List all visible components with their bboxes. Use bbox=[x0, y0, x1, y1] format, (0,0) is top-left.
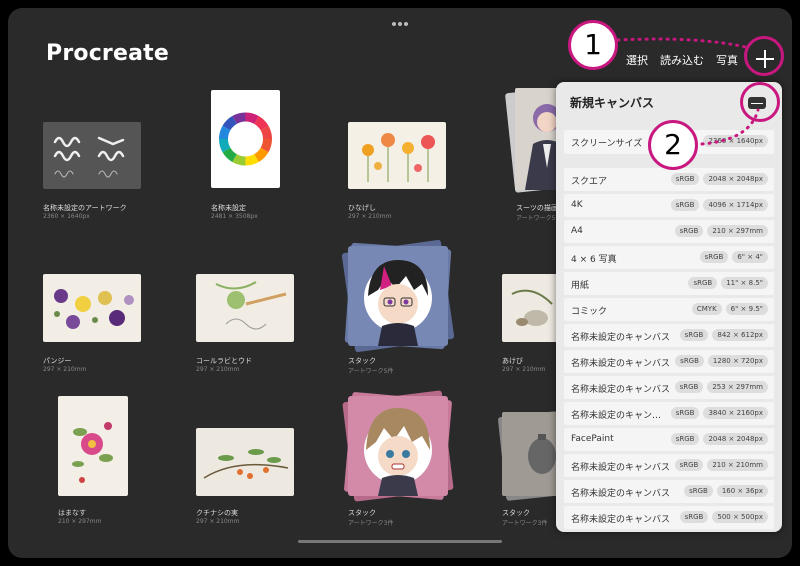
annotation-ring bbox=[744, 36, 784, 76]
annotation-connectors bbox=[616, 37, 760, 146]
annotation-connector bbox=[616, 37, 752, 50]
annotation-number-2: 2 bbox=[648, 120, 698, 170]
annotation-ring bbox=[740, 82, 780, 122]
annotation-number-1: 1 bbox=[568, 20, 618, 70]
